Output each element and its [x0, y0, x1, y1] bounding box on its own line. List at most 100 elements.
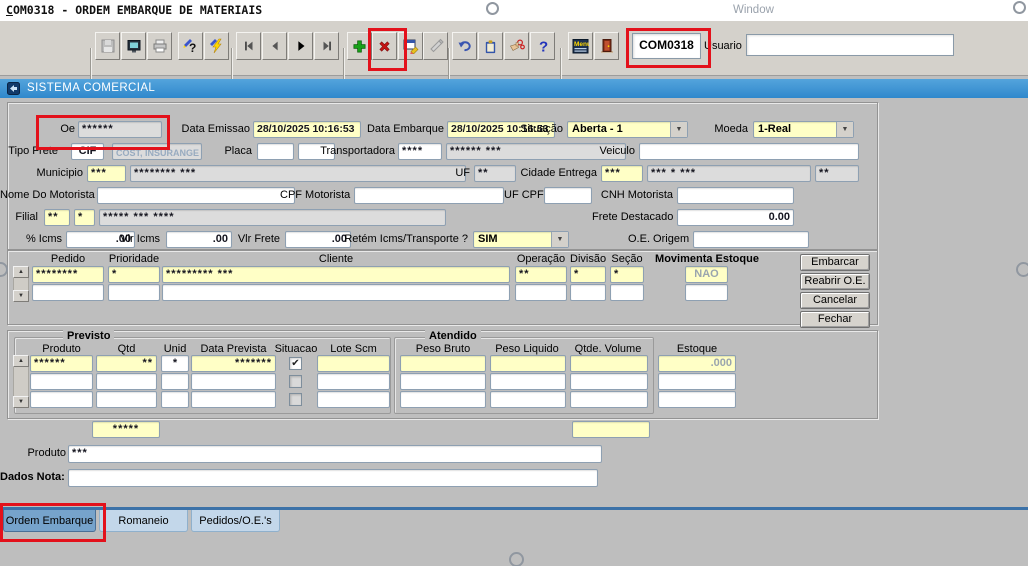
- vlr-icms-field[interactable]: .00: [166, 231, 232, 248]
- peso-liquido-cell[interactable]: [490, 355, 566, 372]
- produto-cell[interactable]: [30, 373, 93, 390]
- next-record-button[interactable]: [288, 32, 313, 60]
- secao-cell[interactable]: *: [610, 266, 644, 283]
- pedido-header: Pedido: [32, 253, 104, 265]
- scroll-up-icon[interactable]: ▲: [13, 266, 29, 278]
- retem-icms-dropdown[interactable]: SIM▼: [473, 231, 569, 248]
- lote-scm-cell[interactable]: [317, 355, 390, 372]
- peso-bruto-cell[interactable]: [400, 391, 486, 408]
- first-record-button[interactable]: [236, 32, 261, 60]
- filial-code-field[interactable]: **: [44, 209, 70, 226]
- nome-motorista-field[interactable]: [97, 187, 295, 204]
- tab-romaneio[interactable]: Romaneio: [99, 510, 188, 532]
- execute-query-button[interactable]: [204, 32, 229, 60]
- qtde-volume-cell[interactable]: [570, 373, 648, 390]
- pedido-cell[interactable]: [32, 284, 104, 301]
- scrollbar-track[interactable]: [13, 278, 29, 290]
- last-record-button[interactable]: [314, 32, 339, 60]
- prioridade-cell[interactable]: [108, 284, 160, 301]
- tab-ordem-embarque[interactable]: Ordem Embarque: [3, 510, 96, 532]
- operacao-cell[interactable]: **: [515, 266, 567, 283]
- exit-button[interactable]: [594, 32, 619, 60]
- menu-button[interactable]: Menu: [568, 32, 593, 60]
- uf-cpf-field[interactable]: [544, 187, 592, 204]
- peso-bruto-cell[interactable]: [400, 373, 486, 390]
- produto-cell[interactable]: [30, 391, 93, 408]
- cnh-motorista-field[interactable]: [677, 187, 794, 204]
- scroll-up-icon[interactable]: ▲: [13, 355, 29, 367]
- filial-sub-field[interactable]: *: [74, 209, 95, 226]
- save-button[interactable]: [95, 32, 120, 60]
- situacao-checkbox[interactable]: ✔: [289, 357, 302, 370]
- qtd-cell[interactable]: **: [96, 355, 157, 372]
- dados-nota-field[interactable]: [68, 469, 598, 487]
- placa-field-1[interactable]: [257, 143, 294, 160]
- municipio-code-field[interactable]: ***: [87, 165, 126, 182]
- moeda-dropdown[interactable]: 1-Real▼: [753, 121, 854, 138]
- cliente-cell[interactable]: [162, 284, 510, 301]
- cancelar-button[interactable]: Cancelar: [800, 292, 870, 309]
- peso-liquido-cell[interactable]: [490, 391, 566, 408]
- oe-origem-field[interactable]: [693, 231, 809, 248]
- qtd-cell[interactable]: [96, 373, 157, 390]
- usuario-input[interactable]: [746, 34, 954, 56]
- print-button[interactable]: [147, 32, 172, 60]
- help-button[interactable]: ?: [530, 32, 555, 60]
- cliente-cell[interactable]: ********* ***: [162, 266, 510, 283]
- pedido-cell[interactable]: ********: [32, 266, 104, 283]
- qtde-volume-cell[interactable]: [570, 355, 648, 372]
- chevron-down-icon[interactable]: ▼: [551, 232, 568, 247]
- data-emissao-field[interactable]: 28/10/2025 10:16:53: [253, 121, 361, 138]
- data-prevista-cell[interactable]: [191, 373, 276, 390]
- peso-liquido-cell[interactable]: [490, 373, 566, 390]
- unid-cell[interactable]: *: [161, 355, 189, 372]
- embarcar-button[interactable]: Embarcar: [800, 254, 870, 271]
- screen-button[interactable]: [121, 32, 146, 60]
- unid-cell[interactable]: [161, 373, 189, 390]
- lote-scm-cell[interactable]: [317, 373, 390, 390]
- divisao-cell[interactable]: [570, 284, 606, 301]
- peso-bruto-cell[interactable]: [400, 355, 486, 372]
- chevron-down-icon[interactable]: ▼: [836, 122, 853, 137]
- edit-window-button[interactable]: [398, 32, 423, 60]
- scrollbar-track[interactable]: [13, 367, 29, 396]
- data-prevista-cell[interactable]: [191, 391, 276, 408]
- operacao-cell[interactable]: [515, 284, 567, 301]
- clipboard-button[interactable]: [478, 32, 503, 60]
- qtde-volume-cell[interactable]: [570, 391, 648, 408]
- tipo-frete-field[interactable]: CIF: [71, 143, 104, 160]
- reabrir-oe-button[interactable]: Reabrir O.E.: [800, 273, 870, 290]
- previous-record-button[interactable]: [262, 32, 287, 60]
- clear-wand-button[interactable]: [423, 32, 448, 60]
- oe-field[interactable]: ******: [78, 121, 162, 138]
- scroll-down-icon[interactable]: ▼: [13, 396, 29, 408]
- situacao-dropdown[interactable]: Aberta - 1▼: [567, 121, 688, 138]
- produto-footer-field[interactable]: ***: [68, 445, 602, 463]
- window-menu-label[interactable]: Window: [733, 4, 774, 16]
- chevron-down-icon[interactable]: ▼: [670, 122, 687, 137]
- data-prevista-cell[interactable]: *******: [191, 355, 276, 372]
- delete-record-icon: [377, 39, 392, 54]
- divisao-cell[interactable]: *: [570, 266, 606, 283]
- veiculo-field[interactable]: [639, 143, 859, 160]
- transportadora-code-field[interactable]: ****: [398, 143, 442, 160]
- cpf-motorista-field[interactable]: [354, 187, 504, 204]
- qtd-cell[interactable]: [96, 391, 157, 408]
- insert-record-button[interactable]: [347, 32, 372, 60]
- situacao-checkbox[interactable]: [289, 375, 302, 388]
- scroll-down-icon[interactable]: ▼: [13, 290, 29, 302]
- fechar-button[interactable]: Fechar: [800, 311, 870, 328]
- cidade-entrega-code-field[interactable]: ***: [601, 165, 643, 182]
- execute-hand-button[interactable]: [504, 32, 529, 60]
- frete-destacado-field[interactable]: 0.00: [677, 209, 794, 226]
- undo-button[interactable]: [452, 32, 477, 60]
- unid-cell[interactable]: [161, 391, 189, 408]
- tab-pedidos-oes[interactable]: Pedidos/O.E.'s: [191, 510, 280, 532]
- prioridade-cell[interactable]: *: [108, 266, 160, 283]
- situacao-checkbox[interactable]: [289, 393, 302, 406]
- lote-scm-cell[interactable]: [317, 391, 390, 408]
- enter-query-button[interactable]: ?: [178, 32, 203, 60]
- delete-record-button[interactable]: [372, 32, 397, 60]
- produto-cell[interactable]: ******: [30, 355, 93, 372]
- secao-cell[interactable]: [610, 284, 644, 301]
